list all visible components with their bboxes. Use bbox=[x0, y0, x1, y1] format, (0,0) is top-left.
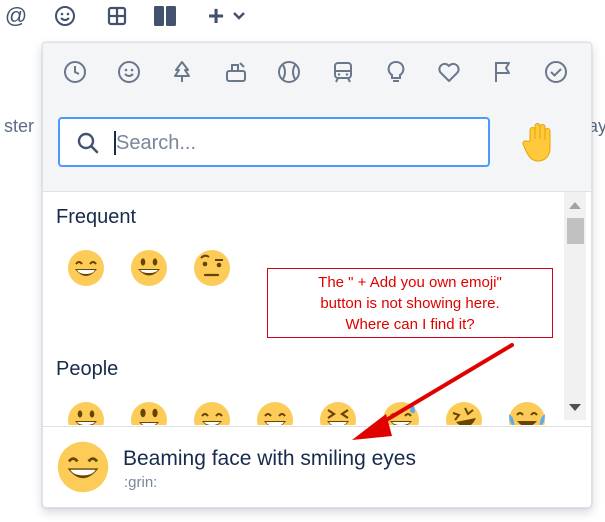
search-box[interactable] bbox=[58, 117, 490, 167]
preview-beaming-face-emoji bbox=[57, 441, 109, 493]
ball-icon bbox=[278, 61, 300, 83]
category-travel[interactable] bbox=[329, 58, 357, 86]
preview-emoji-shortname: :grin: bbox=[124, 474, 158, 491]
category-foods[interactable] bbox=[222, 58, 250, 86]
scroll-down-arrow-icon[interactable] bbox=[569, 404, 581, 411]
smiley-icon bbox=[118, 61, 140, 83]
table-button[interactable] bbox=[105, 4, 129, 28]
layout-button[interactable] bbox=[152, 4, 178, 28]
insert-button[interactable]: + bbox=[204, 0, 228, 31]
plus-icon: + bbox=[207, 0, 225, 31]
section-title-people: People bbox=[56, 358, 119, 380]
rolling-laughing-face-emoji[interactable] bbox=[444, 400, 484, 425]
category-productivity[interactable] bbox=[542, 58, 570, 86]
flag-icon bbox=[495, 62, 510, 82]
squinting-face-emoji[interactable] bbox=[318, 400, 358, 425]
category-frequent[interactable] bbox=[61, 58, 89, 86]
train-icon bbox=[334, 62, 352, 83]
search-input[interactable] bbox=[114, 127, 478, 159]
search-row bbox=[43, 101, 591, 192]
search-icon bbox=[77, 132, 99, 154]
section-title-frequent: Frequent bbox=[56, 206, 137, 228]
emoji-preview: Beaming face with smiling eyes :grin: bbox=[43, 426, 591, 507]
grinning-face-emoji[interactable] bbox=[129, 248, 169, 288]
table-icon bbox=[107, 6, 127, 26]
beaming-face-emoji[interactable] bbox=[255, 400, 295, 425]
category-bar bbox=[43, 43, 591, 102]
emoji-icon bbox=[55, 6, 75, 26]
scroll-up-arrow-icon[interactable] bbox=[569, 202, 581, 209]
grinning-big-eyes-face-emoji[interactable] bbox=[129, 400, 169, 425]
tears-of-joy-face-emoji[interactable] bbox=[507, 400, 547, 425]
category-symbols[interactable] bbox=[435, 58, 463, 86]
heart-icon bbox=[438, 62, 460, 82]
at-icon: @ bbox=[4, 3, 28, 28]
category-activity[interactable] bbox=[275, 58, 303, 86]
background-text-left: ster bbox=[4, 116, 35, 136]
grinning-face-emoji[interactable] bbox=[66, 400, 106, 425]
category-people[interactable] bbox=[115, 58, 143, 86]
text-caret bbox=[114, 131, 116, 155]
beaming-face-emoji[interactable] bbox=[66, 248, 106, 288]
annotation-line-1: The " + Add you own emoji" bbox=[318, 274, 502, 291]
sweat-smile-face-emoji[interactable] bbox=[381, 400, 421, 425]
food-icon bbox=[226, 62, 246, 82]
layout-icon bbox=[154, 6, 176, 26]
tree-icon bbox=[174, 61, 190, 82]
bulb-icon bbox=[387, 61, 405, 82]
insert-dropdown-button[interactable] bbox=[230, 4, 248, 28]
emoji-button[interactable] bbox=[52, 4, 78, 28]
scroll-thumb[interactable] bbox=[567, 218, 584, 244]
check-circle-icon bbox=[545, 61, 567, 83]
annotation-line-3: Where can I find it? bbox=[345, 316, 475, 333]
emoji-list-scrollbar[interactable] bbox=[564, 192, 586, 420]
clock-icon bbox=[64, 61, 86, 83]
annotation-line-2: button is not showing here. bbox=[320, 295, 500, 312]
preview-emoji-name: Beaming face with smiling eyes bbox=[123, 447, 416, 470]
grinning-smiling-eyes-face-emoji[interactable] bbox=[192, 400, 232, 425]
annotation-callout: The " + Add you own emoji" button is not… bbox=[267, 268, 553, 338]
category-objects[interactable] bbox=[382, 58, 410, 86]
raised-hand-icon[interactable] bbox=[521, 121, 557, 163]
editor-toolbar: @ + bbox=[0, 0, 605, 34]
category-flags[interactable] bbox=[489, 58, 517, 86]
mention-button[interactable]: @ bbox=[2, 3, 30, 28]
chevron-down-icon bbox=[233, 12, 245, 20]
category-nature[interactable] bbox=[168, 58, 196, 86]
raised-eyebrow-face-emoji[interactable] bbox=[192, 248, 232, 288]
